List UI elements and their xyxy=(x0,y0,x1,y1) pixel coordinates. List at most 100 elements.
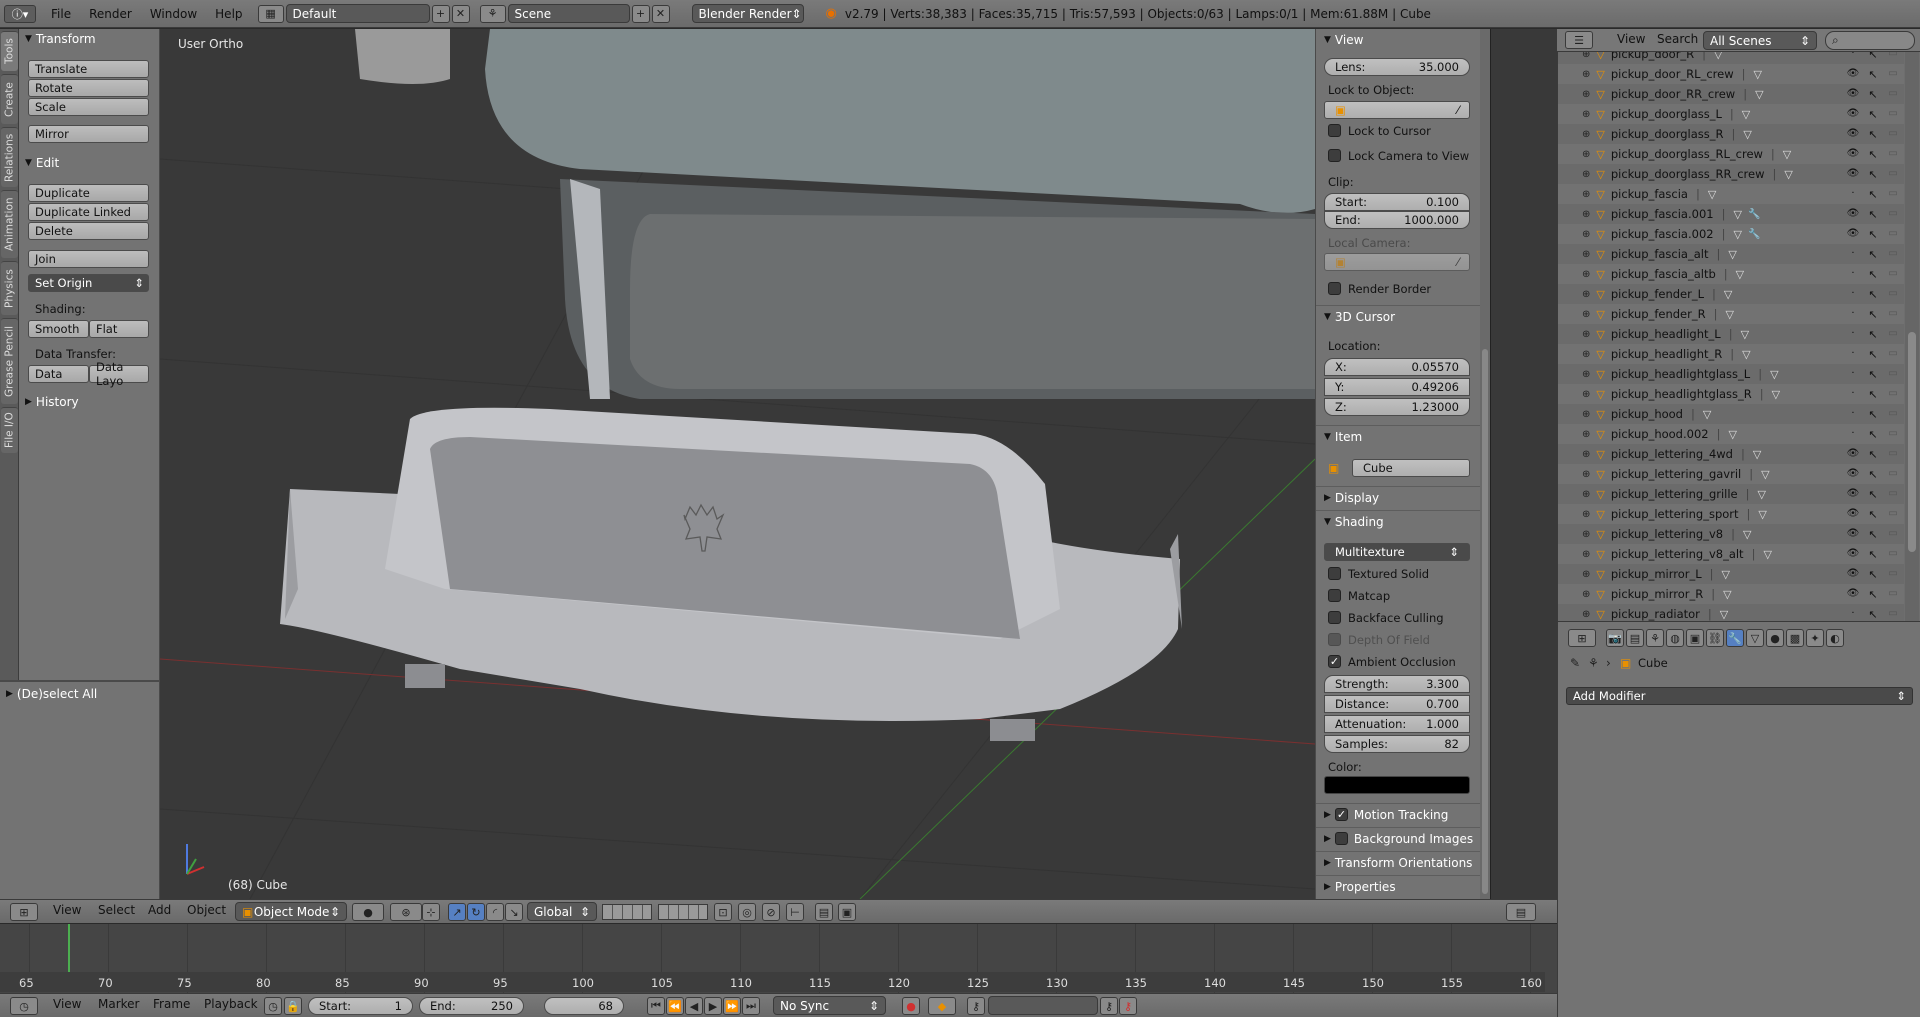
visibility-eye-icon[interactable]: · xyxy=(1846,268,1860,281)
tab-create[interactable]: Create xyxy=(1,74,18,124)
physics-tab-icon[interactable]: ◐ xyxy=(1826,629,1844,647)
backface-culling-checkbox[interactable] xyxy=(1328,611,1341,624)
world-tab-icon[interactable]: ◍ xyxy=(1666,629,1684,647)
play-icon[interactable]: ▶ xyxy=(704,997,722,1015)
select-arrow-icon[interactable]: ↖ xyxy=(1866,608,1880,621)
outliner-row[interactable]: ⊕ ▽ pickup_lettering_4wd | ▽ 👁 ↖ ▭ xyxy=(1558,444,1904,464)
expand-icon[interactable]: ⊕ xyxy=(1582,409,1590,420)
render-camera-icon[interactable]: ▭ xyxy=(1886,248,1900,261)
tab-grease-pencil[interactable]: Grease Pencil xyxy=(1,318,18,404)
render-layers-tab-icon[interactable]: ▤ xyxy=(1626,629,1644,647)
select-arrow-icon[interactable]: ↖ xyxy=(1866,508,1880,521)
expand-icon[interactable]: ⊕ xyxy=(1582,469,1590,480)
render-camera-icon[interactable]: ▭ xyxy=(1886,568,1900,581)
visibility-eye-icon[interactable]: · xyxy=(1846,368,1860,381)
ao-color-swatch[interactable] xyxy=(1324,776,1470,794)
render-camera-icon[interactable]: ▭ xyxy=(1886,588,1900,601)
render-camera-icon[interactable]: ▭ xyxy=(1886,128,1900,141)
snap-toggle-icon[interactable]: ⊘ xyxy=(762,903,780,921)
outliner-scrollbar[interactable] xyxy=(1905,52,1919,621)
expand-icon[interactable]: ⊕ xyxy=(1582,429,1590,440)
outliner-row[interactable]: ⊕ ▽ pickup_radiator | ▽ · ↖ ▭ xyxy=(1558,604,1904,621)
timeline-view-menu[interactable]: View xyxy=(53,997,81,1011)
view-panel-header[interactable]: ▼ View xyxy=(1316,29,1480,51)
render-camera-icon[interactable]: ▭ xyxy=(1886,108,1900,121)
cursor-x-field[interactable]: X: 0.05570 xyxy=(1324,358,1470,376)
expand-icon[interactable]: ⊕ xyxy=(1582,329,1590,340)
layout-grid-icon[interactable]: ▦ xyxy=(257,4,284,23)
timeline[interactable]: 65 70 75 80 85 90 95 100 105 110 115 120 125 130 135 14… xyxy=(0,923,1557,994)
modifiers-tab-icon[interactable]: 🔧 xyxy=(1726,629,1744,647)
expand-icon[interactable]: ⊕ xyxy=(1582,449,1590,460)
data-layout-button[interactable]: Data Layo xyxy=(89,360,149,388)
outliner-row[interactable]: ⊕ ▽ pickup_fascia_altb | ▽ · ↖ ▭ xyxy=(1558,264,1904,284)
expand-icon[interactable]: ⊕ xyxy=(1582,509,1590,520)
flat-button[interactable]: Flat xyxy=(89,320,149,338)
select-arrow-icon[interactable]: ↖ xyxy=(1866,228,1880,241)
remove-scene-icon[interactable]: ✕ xyxy=(651,4,670,23)
outliner-row[interactable]: ⊕ ▽ pickup_lettering_gavril | ▽ 👁 ↖ ▭ xyxy=(1558,464,1904,484)
outliner-row[interactable]: ⊕ ▽ pickup_lettering_v8_alt | ▽ 👁 ↖ ▭ xyxy=(1558,544,1904,564)
expand-icon[interactable]: ⊕ xyxy=(1582,229,1590,240)
tab-tools[interactable]: Tools xyxy=(1,31,18,71)
select-arrow-icon[interactable]: ↖ xyxy=(1866,588,1880,601)
select-arrow-icon[interactable]: ↖ xyxy=(1866,328,1880,341)
select-arrow-icon[interactable]: ↖ xyxy=(1866,288,1880,301)
proportional-edit-icon[interactable]: ◎ xyxy=(738,903,756,921)
scale-manipulator-icon[interactable]: ◜ xyxy=(486,903,504,921)
outliner-editor-icon[interactable]: ☰ xyxy=(1565,31,1593,49)
keying-set-icon[interactable]: ◆ xyxy=(928,997,956,1015)
select-arrow-icon[interactable]: ↖ xyxy=(1866,548,1880,561)
select-arrow-icon[interactable]: ↖ xyxy=(1866,528,1880,541)
visibility-eye-icon[interactable]: 👁 xyxy=(1846,508,1860,521)
outliner-search-menu[interactable]: Search xyxy=(1657,32,1698,46)
shading-panel-header[interactable]: ▼ Shading xyxy=(1316,510,1480,532)
render-camera-icon[interactable]: ▭ xyxy=(1886,388,1900,401)
render-camera-icon[interactable]: ▭ xyxy=(1886,268,1900,281)
render-camera-icon[interactable]: ▭ xyxy=(1886,168,1900,181)
translate-button[interactable]: Translate xyxy=(28,60,149,78)
lock-camera-checkbox[interactable] xyxy=(1328,149,1341,162)
outliner-row[interactable]: ⊕ ▽ pickup_fascia_alt | ▽ · ↖ ▭ xyxy=(1558,244,1904,264)
select-arrow-icon[interactable]: ↖ xyxy=(1866,488,1880,501)
pin-icon[interactable]: ✎ xyxy=(1570,656,1580,670)
visibility-eye-icon[interactable]: 👁 xyxy=(1846,208,1860,221)
scale-button[interactable]: Scale xyxy=(28,98,149,116)
select-arrow-icon[interactable]: ↖ xyxy=(1866,448,1880,461)
visibility-eye-icon[interactable]: 👁 xyxy=(1846,168,1860,181)
cursor-y-field[interactable]: Y: 0.49206 xyxy=(1324,378,1470,396)
texture-tab-icon[interactable]: ▩ xyxy=(1786,629,1804,647)
record-icon[interactable]: ● xyxy=(902,997,920,1015)
expand-icon[interactable]: ⊕ xyxy=(1582,209,1590,220)
data-tab-icon[interactable]: ▽ xyxy=(1746,629,1764,647)
menu-render[interactable]: Render xyxy=(80,7,141,21)
visibility-eye-icon[interactable]: 👁 xyxy=(1846,448,1860,461)
visibility-eye-icon[interactable]: 👁 xyxy=(1846,588,1860,601)
scene-selector[interactable]: Scene xyxy=(507,4,630,23)
render-camera-icon[interactable]: ▭ xyxy=(1886,408,1900,421)
add-layout-icon[interactable]: + xyxy=(431,4,450,23)
clip-start-field[interactable]: Start: 0.100 xyxy=(1324,193,1470,211)
expand-icon[interactable]: ⊕ xyxy=(1582,189,1590,200)
select-arrow-icon[interactable]: ↖ xyxy=(1866,428,1880,441)
snap-element-icon[interactable]: ⊢ xyxy=(786,903,804,921)
expand-icon[interactable]: ⊕ xyxy=(1582,489,1590,500)
expand-icon[interactable]: ⊕ xyxy=(1582,369,1590,380)
current-frame-marker[interactable] xyxy=(68,924,70,974)
editor-type-icon[interactable]: ⊞ xyxy=(10,903,38,921)
visibility-eye-icon[interactable]: 👁 xyxy=(1846,88,1860,101)
visibility-eye-icon[interactable]: · xyxy=(1846,388,1860,401)
select-arrow-icon[interactable]: ↖ xyxy=(1866,188,1880,201)
scrollbar-thumb[interactable] xyxy=(1482,349,1488,894)
visibility-eye-icon[interactable]: 👁 xyxy=(1846,128,1860,141)
select-arrow-icon[interactable]: ↖ xyxy=(1866,128,1880,141)
render-camera-icon[interactable]: ▭ xyxy=(1886,52,1900,61)
outliner-row[interactable]: ⊕ ▽ pickup_mirror_L | ▽ 👁 ↖ ▭ xyxy=(1558,564,1904,584)
outliner-row[interactable]: ⊕ ▽ pickup_doorglass_RR_crew | ▽ 👁 ↖ ▭ xyxy=(1558,164,1904,184)
layers-row-1[interactable] xyxy=(602,904,652,920)
duplicate-button[interactable]: Duplicate xyxy=(28,184,149,202)
end-frame-field[interactable]: End: 250 xyxy=(419,997,524,1015)
info-editor-icon[interactable]: ⓘ▾ xyxy=(4,4,36,23)
shading-mode-dropdown[interactable]: Multitexture ⇕ xyxy=(1324,543,1470,561)
outliner-row[interactable]: ⊕ ▽ pickup_lettering_sport | ▽ 👁 ↖ ▭ xyxy=(1558,504,1904,524)
